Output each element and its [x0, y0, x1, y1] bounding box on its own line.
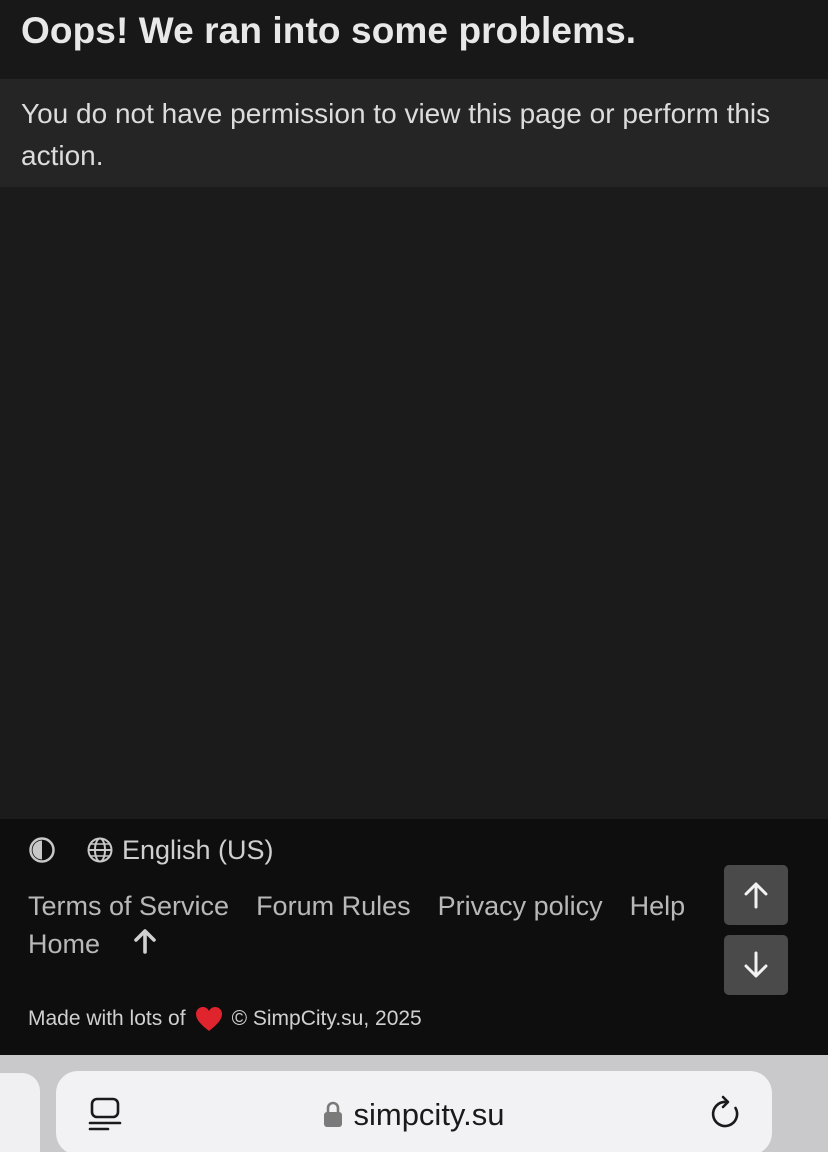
help-link[interactable]: Help	[630, 887, 686, 925]
footer-links: Terms of Service Forum Rules Privacy polic…	[28, 887, 748, 965]
lock-icon	[324, 1101, 343, 1127]
arrow-down-icon	[744, 951, 768, 978]
language-label: English (US)	[122, 834, 274, 865]
home-link[interactable]: Home	[28, 925, 100, 963]
previous-tab-edge[interactable]	[0, 1073, 40, 1152]
url-text: simpcity.su	[353, 1097, 505, 1132]
error-message: You do not have permission to view this …	[21, 98, 771, 171]
back-to-top-link[interactable]	[131, 927, 159, 965]
footer-controls: English (US)	[28, 833, 274, 867]
url-display[interactable]: simpcity.su	[56, 1097, 772, 1133]
address-bar[interactable]: simpcity.su	[56, 1071, 772, 1152]
style-variation-toggle[interactable]	[28, 836, 56, 864]
error-header: Oops! We ran into some problems.	[0, 0, 828, 79]
language-chooser[interactable]: English (US)	[86, 835, 274, 866]
globe-icon	[87, 837, 113, 863]
scroll-to-bottom-button[interactable]	[724, 935, 788, 995]
terms-link[interactable]: Terms of Service	[28, 887, 229, 925]
scroll-to-top-button[interactable]	[724, 865, 788, 925]
error-message-box: You do not have permission to view this …	[0, 79, 828, 187]
heart-icon	[195, 1007, 222, 1031]
arrow-up-icon	[744, 882, 768, 909]
arrow-up-icon	[134, 929, 156, 954]
copyright-prefix: Made with lots of	[28, 1007, 186, 1030]
browser-toolbar: simpcity.su	[0, 1055, 828, 1152]
privacy-policy-link[interactable]: Privacy policy	[438, 887, 603, 925]
site-footer: English (US) Terms of Service Forum Rules…	[0, 819, 828, 1055]
page-title: Oops! We ran into some problems.	[21, 10, 637, 51]
contrast-icon	[29, 837, 55, 863]
copyright: Made with lots of © SimpCity.su, 2025	[28, 1005, 422, 1033]
copyright-text: © SimpCity.su, 2025	[231, 1007, 422, 1030]
forum-rules-link[interactable]: Forum Rules	[256, 887, 411, 925]
page: Oops! We ran into some problems. You do …	[0, 0, 828, 1152]
reload-icon[interactable]	[708, 1095, 744, 1133]
